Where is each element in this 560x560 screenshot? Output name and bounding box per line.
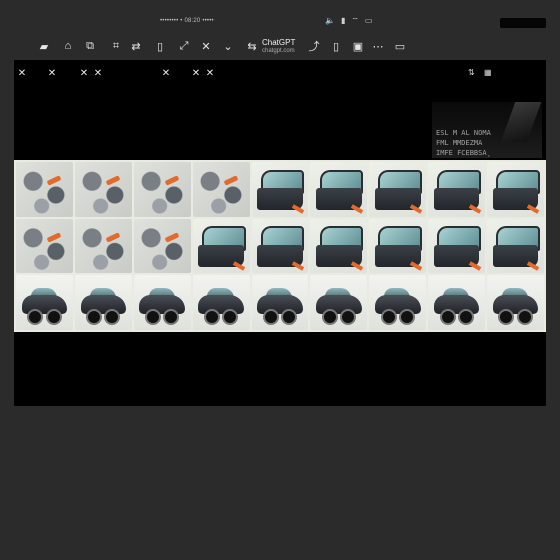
grid-tile bbox=[16, 162, 73, 217]
wheel bbox=[339, 309, 356, 326]
car-body bbox=[375, 295, 421, 314]
lock-icon[interactable]: ⌂ bbox=[60, 38, 76, 54]
grid-tile bbox=[310, 218, 368, 274]
grid-tile bbox=[251, 218, 309, 274]
tool-shape bbox=[468, 261, 481, 271]
wheel bbox=[163, 309, 180, 326]
wheel bbox=[145, 309, 162, 326]
image-viewer: ✕ ✕ ✕ ✕ ✕ ✕ ✕ ⇅ ▦ ESL M AL NOMA FML MMDE… bbox=[14, 60, 546, 406]
wifi-icon: ⌔ bbox=[351, 16, 359, 25]
wheel bbox=[281, 309, 298, 326]
dark-image-text: ESL M AL NOMA FML MMDEZMA IMFE FCEBBSA¸ bbox=[436, 129, 491, 157]
signal-icon: ▮ bbox=[340, 16, 346, 25]
shuffle-icon[interactable]: ⇄ bbox=[128, 38, 144, 54]
grid-tile bbox=[310, 162, 368, 217]
grid-tile bbox=[251, 162, 309, 217]
grid-tile bbox=[369, 275, 427, 330]
grid-icon[interactable]: ▦ bbox=[484, 68, 492, 77]
wheel bbox=[27, 309, 44, 326]
close-icon[interactable]: ✕ bbox=[46, 68, 58, 80]
close-icon[interactable]: ✕ bbox=[198, 38, 214, 54]
status-bar: •••••••• • 08:20 ••••• 🔈 ▮ ⌔ ▭ bbox=[0, 14, 560, 34]
wheel bbox=[439, 309, 456, 326]
tool-shape bbox=[350, 204, 363, 214]
wheel bbox=[262, 309, 279, 326]
volume-icon: 🔈 bbox=[325, 16, 335, 25]
battery-icon: ▭ bbox=[364, 16, 373, 25]
grid-tile bbox=[16, 275, 73, 330]
swap-icon[interactable]: ⇆ bbox=[244, 38, 260, 54]
wheel bbox=[516, 309, 533, 326]
grid-tile bbox=[133, 275, 191, 330]
photo-icon[interactable]: ▰ bbox=[36, 38, 52, 54]
expand-icon[interactable]: ⤢ bbox=[176, 38, 192, 54]
tool-shape bbox=[291, 204, 305, 214]
grid-tile bbox=[16, 218, 73, 274]
grid-tile bbox=[487, 275, 544, 330]
grid-tile bbox=[251, 275, 309, 330]
grid-tile bbox=[192, 275, 250, 330]
grid-tile bbox=[192, 162, 250, 217]
dark-thumbnail: ESL M AL NOMA FML MMDEZMA IMFE FCEBBSA¸ bbox=[432, 102, 542, 158]
crop-icon[interactable]: ⌗ bbox=[108, 38, 124, 54]
black-pill bbox=[500, 18, 546, 28]
grid-tile bbox=[192, 218, 250, 274]
grid-tile bbox=[133, 218, 191, 274]
wheel bbox=[498, 309, 515, 326]
copy-icon[interactable]: ⧉ bbox=[82, 38, 98, 54]
wheel bbox=[457, 309, 474, 326]
grid-tile bbox=[428, 162, 486, 217]
grid-tile bbox=[487, 218, 544, 274]
grid-tile bbox=[74, 218, 132, 274]
grid-tile bbox=[428, 218, 486, 274]
grid-tile bbox=[74, 162, 132, 217]
chevron-down-icon[interactable]: ⌄ bbox=[220, 38, 236, 54]
wheel bbox=[321, 309, 338, 326]
wheel bbox=[222, 309, 239, 326]
close-icon[interactable]: ✕ bbox=[92, 68, 104, 80]
bookmark-icon[interactable]: ▯ bbox=[328, 38, 344, 54]
window-icon[interactable]: ▭ bbox=[392, 38, 408, 54]
wheel bbox=[398, 309, 415, 326]
car-body bbox=[433, 295, 480, 314]
wheel bbox=[380, 309, 397, 326]
more-icon[interactable]: ⋯ bbox=[370, 38, 386, 54]
status-icons: 🔈 ▮ ⌔ ▭ bbox=[325, 16, 372, 26]
grid-tile bbox=[133, 162, 191, 217]
wheel bbox=[45, 309, 62, 326]
close-icon[interactable]: ✕ bbox=[204, 68, 216, 80]
share-icon[interactable]: ⤴ bbox=[306, 38, 322, 54]
grid-tile bbox=[369, 218, 427, 274]
close-icon[interactable]: ✕ bbox=[78, 68, 90, 80]
sort-icon[interactable]: ⇅ bbox=[468, 68, 475, 77]
grid-tile bbox=[369, 162, 427, 217]
wheel bbox=[104, 309, 121, 326]
brand-title: ChatGPT bbox=[262, 38, 296, 47]
phone-icon[interactable]: ▯ bbox=[152, 38, 168, 54]
close-icon[interactable]: ✕ bbox=[190, 68, 202, 80]
status-text: •••••••• • 08:20 ••••• bbox=[160, 18, 214, 24]
image-icon[interactable]: ▣ bbox=[350, 38, 366, 54]
wheel bbox=[86, 309, 103, 326]
wheel bbox=[204, 309, 221, 326]
close-icon[interactable]: ✕ bbox=[160, 68, 172, 80]
close-icon[interactable]: ✕ bbox=[16, 68, 28, 80]
image-grid bbox=[14, 160, 546, 332]
brand-url: chatgpt.com bbox=[262, 48, 295, 54]
grid-tile bbox=[487, 162, 544, 217]
brand: ChatGPT chatgpt.com bbox=[262, 38, 295, 55]
grid-tile bbox=[74, 275, 132, 330]
grid-tile bbox=[428, 275, 486, 330]
toolbar: ▰ ⌂ ⧉ ⌗ ⇄ ▯ ⤢ ✕ ⌄ ⇆ ChatGPT chatgpt.com … bbox=[0, 34, 560, 58]
grid-tile bbox=[310, 275, 368, 330]
